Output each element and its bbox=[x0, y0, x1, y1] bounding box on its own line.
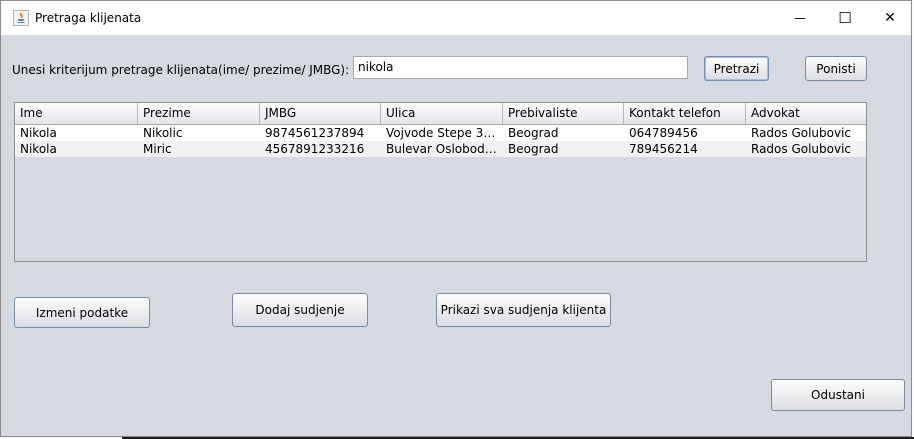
cell-jmbg: 4567891233216 bbox=[265, 142, 365, 156]
search-input[interactable]: nikola bbox=[353, 56, 688, 79]
add-trial-button[interactable]: Dodaj sudjenje bbox=[232, 293, 368, 327]
column-header-ulica[interactable]: Ulica bbox=[381, 103, 503, 124]
title-bar: Pretraga klijenata — ☐ ✕ bbox=[1, 1, 911, 35]
close-button[interactable]: ✕ bbox=[867, 1, 913, 35]
column-header-kontakt-telefon[interactable]: Kontakt telefon bbox=[624, 103, 746, 124]
maximize-icon: ☐ bbox=[838, 9, 852, 27]
cell-ime: Nikola bbox=[20, 142, 57, 156]
show-all-trials-button[interactable]: Prikazi sva sudjenja klijenta bbox=[436, 293, 611, 327]
cell-prezime: Nikolic bbox=[143, 126, 183, 140]
window-title: Pretraga klijenata bbox=[35, 11, 142, 25]
cell-jmbg: 9874561237894 bbox=[265, 126, 365, 140]
reset-button[interactable]: Ponisti bbox=[805, 56, 867, 81]
column-header-advokat[interactable]: Advokat bbox=[746, 103, 866, 124]
cell-kontakt-telefon: 789456214 bbox=[629, 142, 698, 156]
cell-ulica: Bulevar Oslobodje... bbox=[386, 142, 503, 156]
cell-ulica: Vojvode Stepe 320 bbox=[386, 126, 499, 140]
minimize-icon: — bbox=[794, 11, 806, 25]
content-panel: Unesi kriterijum pretrage klijenata(ime/… bbox=[1, 35, 911, 438]
search-criteria-label: Unesi kriterijum pretrage klijenata(ime/… bbox=[12, 63, 350, 77]
cell-prezime: Miric bbox=[143, 142, 172, 156]
cell-prebivaliste: Beograd bbox=[508, 142, 559, 156]
table-header: Ime Prezime JMBG Ulica Prebivaliste Kont… bbox=[15, 103, 866, 125]
column-header-prebivaliste[interactable]: Prebivaliste bbox=[503, 103, 624, 124]
clients-table: Ime Prezime JMBG Ulica Prebivaliste Kont… bbox=[14, 102, 867, 262]
maximize-button[interactable]: ☐ bbox=[822, 1, 868, 35]
cell-prebivaliste: Beograd bbox=[508, 126, 559, 140]
minimize-button[interactable]: — bbox=[777, 1, 823, 35]
cell-advokat: Rados Golubovic bbox=[751, 126, 852, 140]
java-app-icon bbox=[13, 10, 29, 26]
column-header-ime[interactable]: Ime bbox=[15, 103, 138, 124]
column-header-jmbg[interactable]: JMBG bbox=[260, 103, 381, 124]
table-row[interactable]: Nikola Nikolic 9874561237894 Vojvode Ste… bbox=[15, 125, 866, 141]
cell-ime: Nikola bbox=[20, 126, 57, 140]
cell-advokat: Rados Golubovic bbox=[751, 142, 852, 156]
cancel-button[interactable]: Odustani bbox=[771, 379, 905, 411]
table-row[interactable]: Nikola Miric 4567891233216 Bulevar Oslob… bbox=[15, 141, 866, 157]
close-icon: ✕ bbox=[884, 10, 896, 26]
edit-client-button[interactable]: Izmeni podatke bbox=[14, 297, 150, 328]
search-button[interactable]: Pretrazi bbox=[704, 56, 769, 81]
client-search-window: Pretraga klijenata — ☐ ✕ Unesi kriteriju… bbox=[0, 0, 912, 437]
cell-kontakt-telefon: 064789456 bbox=[629, 126, 698, 140]
column-header-prezime[interactable]: Prezime bbox=[138, 103, 260, 124]
